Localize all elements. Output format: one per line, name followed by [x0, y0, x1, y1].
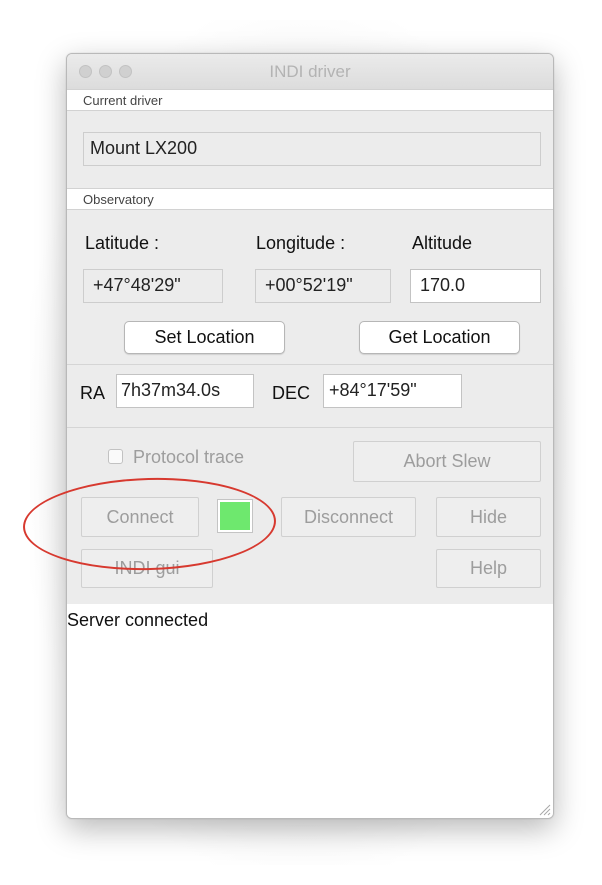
- longitude-label: Longitude :: [256, 233, 346, 253]
- abort-slew-button[interactable]: Abort Slew: [353, 441, 541, 482]
- resize-grip-icon[interactable]: [537, 802, 551, 816]
- dec-label: DEC: [272, 383, 311, 403]
- log-panel[interactable]: Server connected: [67, 604, 553, 818]
- protocol-trace-label: Protocol trace: [133, 447, 245, 467]
- set-location-button[interactable]: Set Location: [124, 321, 285, 354]
- current-driver-field: Mount LX200: [83, 132, 541, 166]
- latitude-label: Latitude :: [85, 233, 160, 253]
- current-driver-header: Current driver: [67, 89, 553, 111]
- latitude-field[interactable]: +47°48'29": [83, 269, 223, 303]
- title-bar[interactable]: INDI driver: [67, 54, 553, 90]
- log-line: Server connected: [67, 610, 209, 630]
- dec-value-field: +84°17'59": [323, 374, 462, 408]
- ra-label: RA: [80, 383, 106, 403]
- separator: [67, 427, 553, 428]
- altitude-field[interactable]: 170.0: [410, 269, 541, 303]
- get-location-button[interactable]: Get Location: [359, 321, 520, 354]
- longitude-field[interactable]: +00°52'19": [255, 269, 391, 303]
- separator: [67, 364, 553, 365]
- observatory-header: Observatory: [67, 188, 553, 210]
- help-button[interactable]: Help: [436, 549, 541, 588]
- protocol-trace-checkbox[interactable]: [108, 449, 123, 464]
- hide-button[interactable]: Hide: [436, 497, 541, 537]
- indi-driver-window: INDI driver Current driver Mount LX200 O…: [66, 53, 554, 819]
- ra-value-field: 7h37m34.0s: [116, 374, 254, 408]
- altitude-label: Altitude: [412, 233, 473, 253]
- window-title: INDI driver: [269, 62, 351, 81]
- disconnect-button[interactable]: Disconnect: [281, 497, 416, 537]
